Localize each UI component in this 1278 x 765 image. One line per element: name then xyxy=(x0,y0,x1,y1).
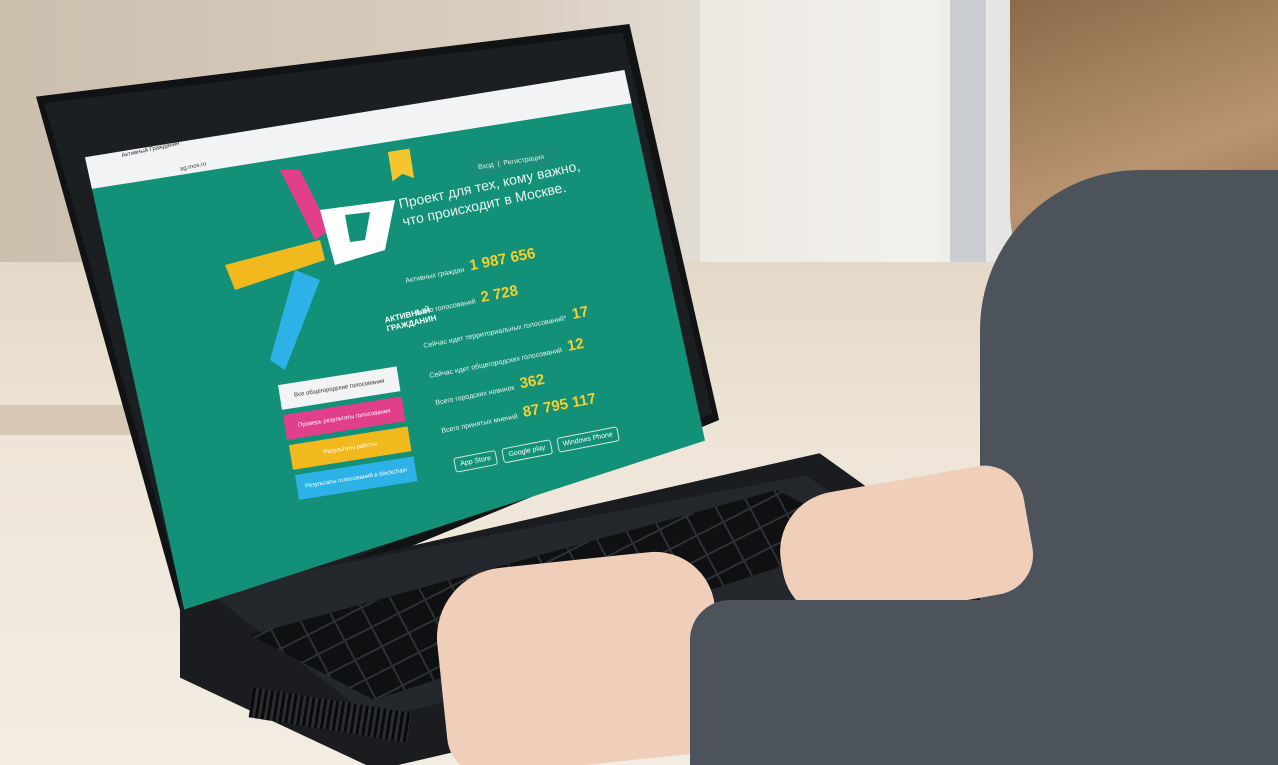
window-frame xyxy=(950,0,986,300)
app-store-badge[interactable]: App Store xyxy=(453,449,499,473)
photo-scene: Активный Гражданин ag.mos.ru Вход | Реги… xyxy=(0,0,1278,765)
person-body xyxy=(980,170,1278,765)
store-badges: App Store Google play Windows Phone xyxy=(453,426,620,473)
left-hand xyxy=(430,545,730,765)
login-link[interactable]: Вход xyxy=(478,161,495,170)
active-citizen-logo xyxy=(225,170,395,370)
person-sleeve xyxy=(690,600,1010,765)
windows-phone-badge[interactable]: Windows Phone xyxy=(555,426,620,453)
stat-row: Активных граждан 1 987 656 xyxy=(404,244,537,285)
google-play-badge[interactable]: Google play xyxy=(501,439,553,464)
stat-row: Всего голосований 2 728 xyxy=(414,282,520,317)
